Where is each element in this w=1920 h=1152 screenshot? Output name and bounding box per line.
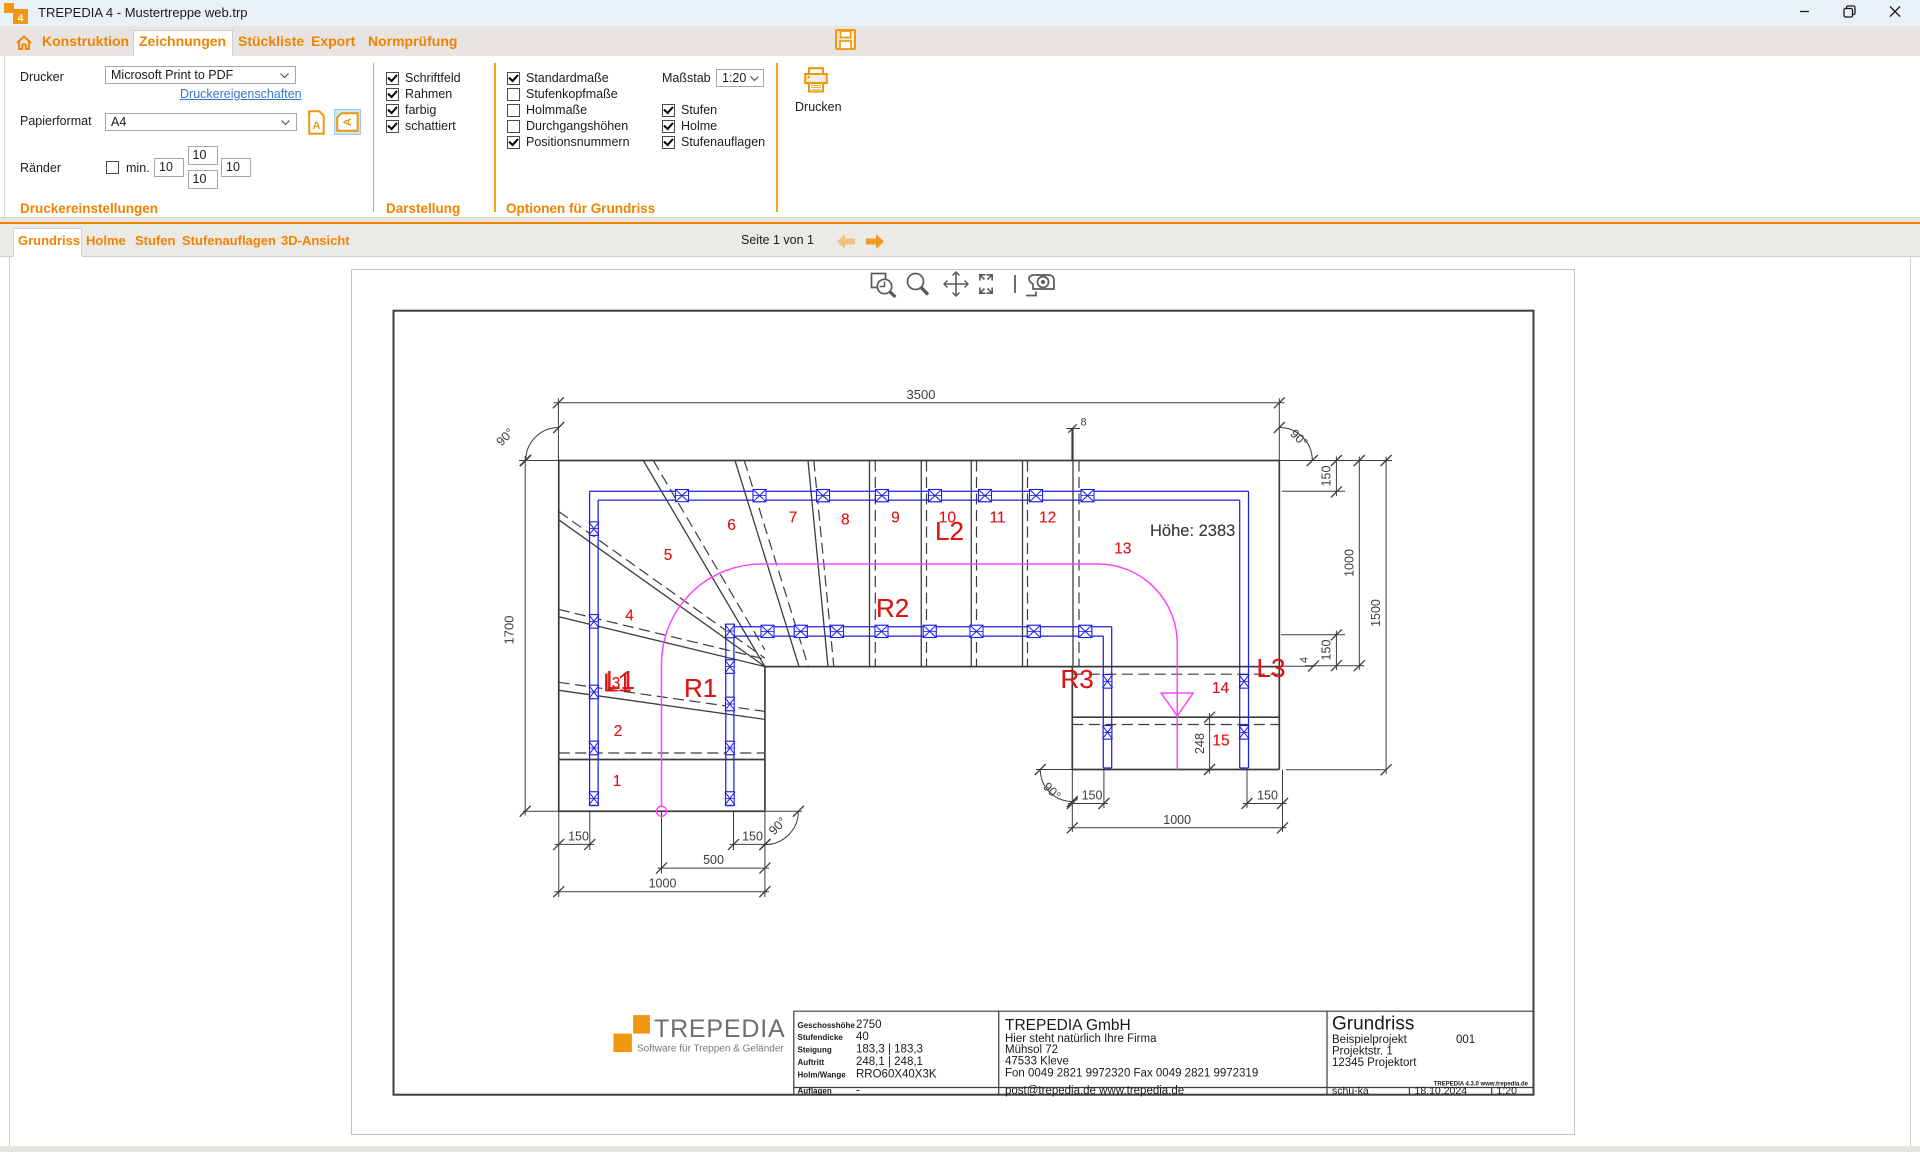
svg-text:12345 Projektort: 12345 Projektort [1332,1057,1417,1069]
svg-text:40: 40 [856,1031,869,1043]
svg-text:Steigung: Steigung [798,1046,832,1055]
svg-text:2750: 2750 [856,1019,882,1031]
svg-text:150: 150 [1320,640,1334,661]
svg-text:1000: 1000 [1343,549,1357,577]
svg-text:248: 248 [1193,733,1207,754]
svg-text:001: 001 [1456,1034,1475,1046]
svg-text:4: 4 [1299,657,1311,663]
svg-text:A: A [313,120,321,132]
svg-text:Auftritt: Auftritt [798,1058,825,1067]
svg-text:Stufendicke: Stufendicke [798,1033,844,1042]
svg-text:8: 8 [1081,417,1087,429]
svg-text:1: 1 [613,773,622,790]
svg-text:4: 4 [625,608,634,625]
svg-text:Software für Treppen & Gelände: Software für Treppen & Geländer [637,1044,784,1055]
svg-text:TREPEDIA GmbH: TREPEDIA GmbH [1005,1017,1131,1034]
svg-text:L3: L3 [1257,653,1286,683]
svg-text:13: 13 [1114,541,1131,558]
svg-text:7: 7 [789,510,798,527]
svg-text:Geschosshöhe: Geschosshöhe [798,1021,856,1030]
svg-text:R3: R3 [1061,664,1094,694]
svg-text:1500: 1500 [1369,599,1383,627]
svg-text:500: 500 [703,853,724,867]
svg-text:5: 5 [664,547,673,564]
svg-text:150: 150 [742,830,763,844]
svg-text:248,1 | 248,1: 248,1 | 248,1 [856,1056,923,1068]
svg-text:Hier steht natürlich Ihre Firm: Hier steht natürlich Ihre Firma [1005,1033,1157,1045]
svg-text:9: 9 [891,510,900,527]
svg-text:A: A [342,118,354,126]
svg-text:15: 15 [1212,733,1229,750]
svg-text:12: 12 [1039,510,1056,527]
svg-text:schu-ka: schu-ka [1332,1085,1369,1097]
svg-text:2: 2 [614,723,623,740]
svg-text:Holm/Wange: Holm/Wange [798,1071,847,1080]
svg-text:11: 11 [989,510,1005,527]
svg-text:Höhe: 2383: Höhe: 2383 [1150,522,1235,540]
svg-text:8: 8 [841,512,850,529]
svg-text:183,3 | 183,3: 183,3 | 183,3 [856,1044,923,1056]
svg-text:Fon 0049 2821 9972320 Fax 004: Fon 0049 2821 9972320 Fax 0049 2821 9972… [1005,1068,1258,1080]
svg-text:Auflagen: Auflagen [798,1087,832,1096]
svg-text:150: 150 [1320,466,1334,487]
svg-text:150: 150 [1082,789,1103,803]
svg-text:-: - [856,1085,860,1097]
svg-text:R2: R2 [876,593,909,623]
svg-text:Grundriss: Grundriss [1332,1014,1414,1035]
svg-text:post@trepedia.de www.trepedia: post@trepedia.de www.trepedia.de [1005,1085,1184,1097]
svg-text:14: 14 [1212,680,1230,697]
svg-text:4: 4 [18,13,24,25]
svg-text:150: 150 [568,830,589,844]
svg-text:Projektstr. 1: Projektstr. 1 [1332,1046,1393,1058]
svg-text:1000: 1000 [649,877,677,891]
svg-text:RRO60X40X3K: RRO60X40X3K [856,1069,937,1081]
svg-text:R1: R1 [684,673,717,703]
svg-text:L2: L2 [935,516,964,546]
svg-text:Mühsol 72: Mühsol 72 [1005,1044,1058,1056]
svg-text:18.10.2024: 18.10.2024 [1415,1085,1468,1097]
svg-text:TREPEDIA: TREPEDIA [654,1015,785,1043]
svg-text:1:20: 1:20 [1497,1085,1518,1097]
svg-text:150: 150 [1257,789,1278,803]
svg-text:47533 Kleve: 47533 Kleve [1005,1056,1069,1068]
svg-text:Beispielprojekt: Beispielprojekt [1332,1034,1408,1046]
svg-text:1700: 1700 [502,616,517,645]
svg-text:3500: 3500 [907,387,936,402]
svg-text:1000: 1000 [1163,813,1191,827]
svg-text:L1: L1 [603,668,632,698]
svg-text:6: 6 [727,517,736,534]
